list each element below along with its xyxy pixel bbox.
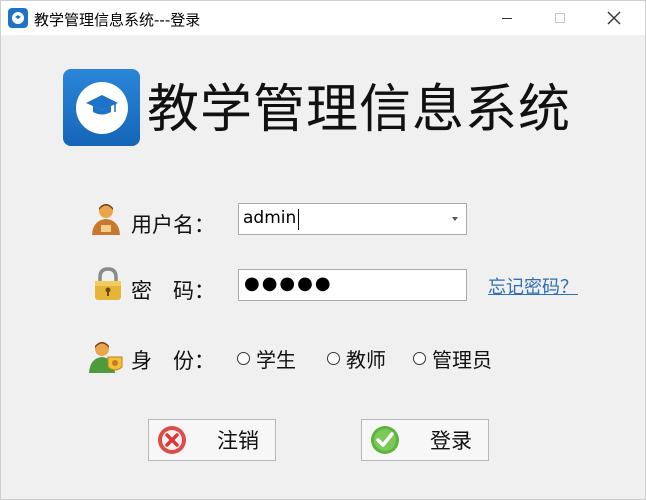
username-value: admin bbox=[243, 208, 297, 228]
radio-circle[interactable] bbox=[413, 352, 426, 365]
dropdown-arrow-icon[interactable] bbox=[452, 217, 458, 221]
logout-button[interactable]: 注销 bbox=[148, 419, 276, 461]
maximize-icon bbox=[555, 13, 565, 23]
user-icon bbox=[92, 204, 120, 235]
role-label: 身 份： bbox=[131, 349, 215, 373]
green-check-icon bbox=[371, 426, 399, 454]
radio-circle[interactable] bbox=[327, 352, 340, 365]
user-badge-icon bbox=[89, 342, 123, 373]
logout-button-label: 注销 bbox=[217, 429, 259, 453]
maximize-button[interactable] bbox=[537, 1, 583, 35]
text-cursor bbox=[298, 209, 299, 230]
login-button[interactable]: 登录 bbox=[361, 419, 489, 461]
padlock-icon bbox=[95, 267, 121, 300]
username-combobox[interactable]: admin bbox=[238, 203, 467, 235]
graduation-cap-icon bbox=[85, 94, 118, 114]
minimize-button[interactable] bbox=[484, 1, 530, 35]
close-icon bbox=[607, 11, 621, 25]
role-option-label: 管理员 bbox=[432, 348, 492, 372]
role-radio-admin[interactable]: 管理员 bbox=[413, 344, 492, 373]
password-field[interactable]: ●●●●● bbox=[238, 269, 467, 301]
username-label: 用户名： bbox=[131, 213, 215, 237]
radio-circle[interactable] bbox=[237, 352, 250, 365]
password-label: 密 码： bbox=[131, 279, 215, 303]
red-x-icon bbox=[158, 426, 186, 454]
app-icon bbox=[8, 8, 28, 28]
password-value: ●●●●● bbox=[244, 273, 333, 294]
app-name: 教学管理信息系统 bbox=[147, 80, 572, 140]
role-option-label: 教师 bbox=[346, 348, 386, 372]
window-title: 教学管理信息系统---登录 bbox=[34, 11, 201, 29]
login-window: 教学管理信息系统---登录 教学管理信息系统 用户名： admin 密 码： ●… bbox=[0, 0, 646, 500]
login-button-label: 登录 bbox=[430, 429, 472, 453]
role-radio-student[interactable]: 学生 bbox=[237, 344, 296, 373]
title-bar: 教学管理信息系统---登录 bbox=[1, 1, 645, 35]
role-option-label: 学生 bbox=[256, 348, 296, 372]
forgot-password-link[interactable]: 忘记密码？ bbox=[488, 273, 578, 299]
app-logo bbox=[63, 69, 140, 146]
role-radio-teacher[interactable]: 教师 bbox=[327, 344, 386, 373]
close-button[interactable] bbox=[591, 1, 637, 35]
minimize-icon bbox=[502, 17, 512, 19]
